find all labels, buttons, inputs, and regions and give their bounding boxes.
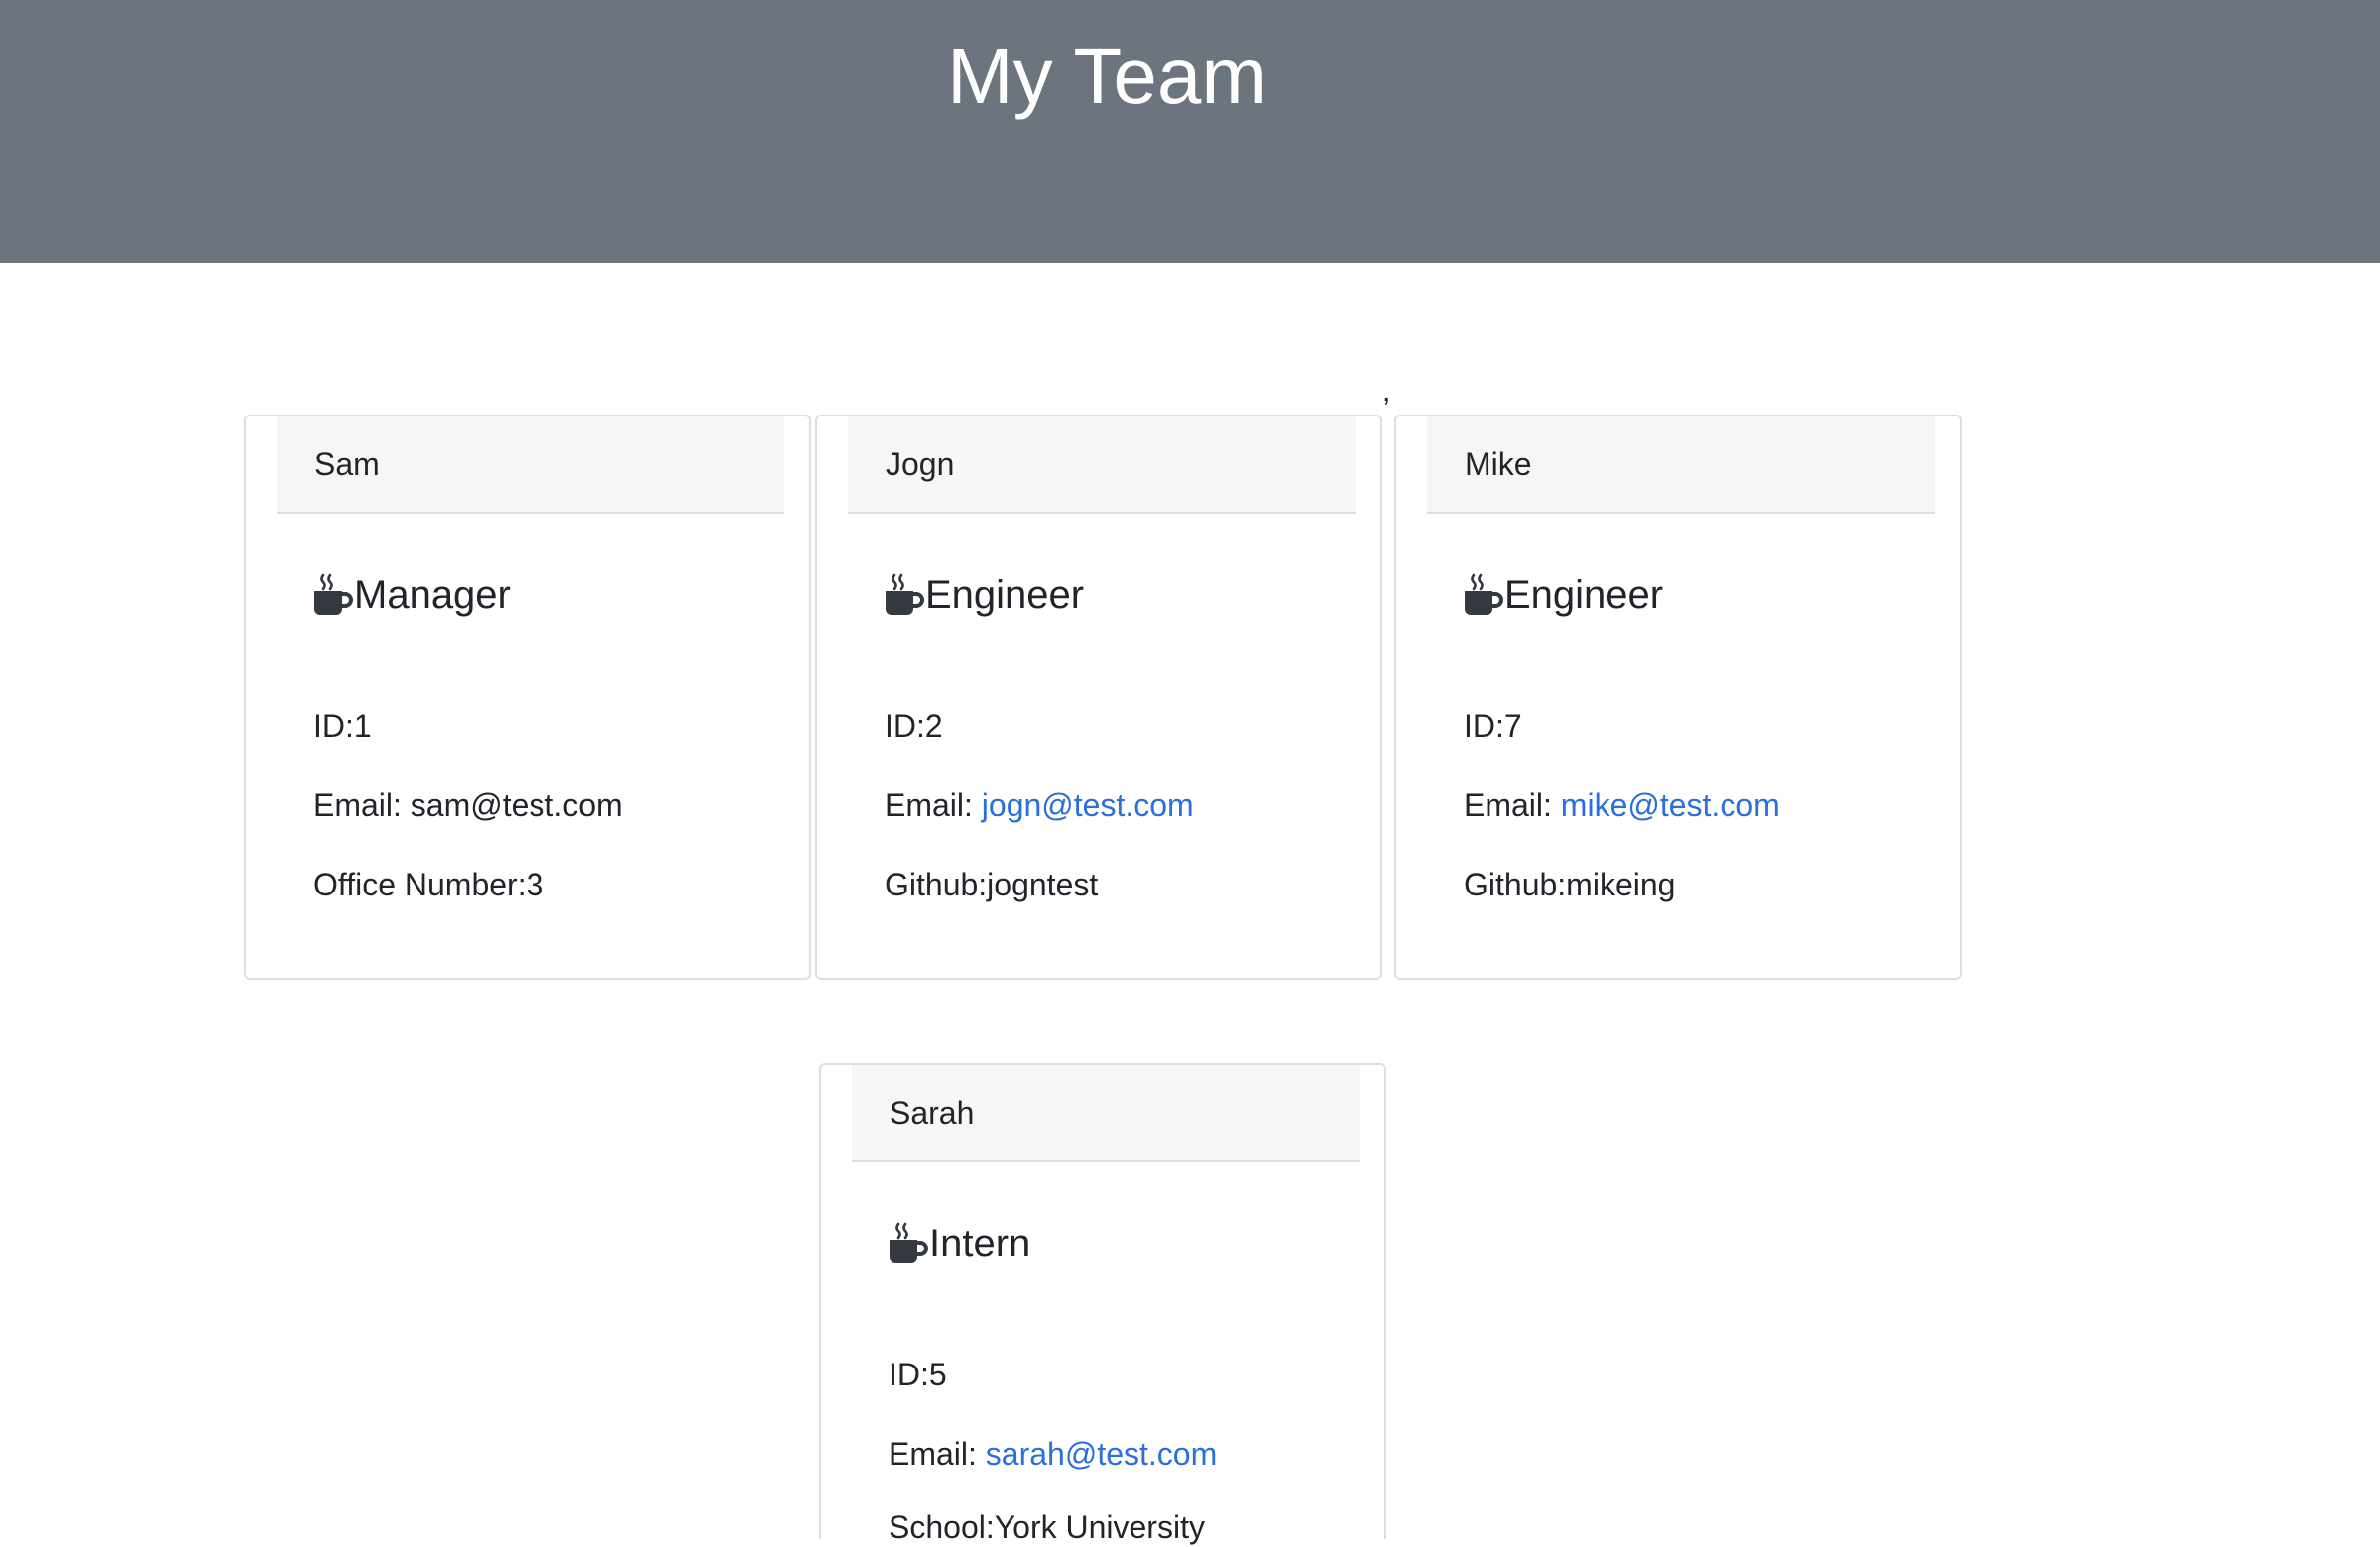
employee-id: ID:1 [313,708,372,744]
card-header: Mike [1427,416,1935,514]
school-name: School:York University [889,1509,1205,1545]
role-label: Engineer [1504,573,1664,617]
employee-id: ID:7 [1464,708,1522,744]
employee-email: Email: jogn@test.com [885,785,1194,825]
email-link[interactable]: jogn@test.com [982,787,1194,823]
employee-email: Email: mike@test.com [1464,785,1780,825]
page-title: My Team [947,32,1268,120]
mug-hot-icon [1465,573,1503,615]
role-label: Engineer [925,573,1085,617]
role-title: Engineer [1464,565,1663,625]
email-value: sam@test.com [410,787,623,823]
employee-card-engineer: Jogn Engineer ID:2 Email: jogn@test.com … [815,415,1382,980]
email-prefix: Email: [889,1436,986,1472]
github-username: Github:jogntest [885,867,1099,902]
employee-card-manager: Sam Manager ID:1 Email: sam@test.com Off… [244,415,811,980]
card-header: Jogn [848,416,1356,514]
employee-card-intern: Sarah Intern ID:5 Email: sarah@test.com … [819,1063,1386,1545]
employee-id: ID:2 [885,708,943,744]
role-title: Engineer [885,565,1084,625]
employee-name: Jogn [886,446,955,482]
employee-name: Mike [1465,446,1532,482]
email-prefix: Email: [885,787,982,823]
email-link[interactable]: mike@test.com [1561,787,1780,823]
office-number: Office Number:3 [313,867,544,902]
stray-comma: , [1382,375,1391,408]
role-label: Intern [929,1222,1031,1265]
page-header: My Team [0,0,2380,263]
email-prefix: Email: [313,787,411,823]
github-username: Github:mikeing [1464,867,1676,902]
employee-card-engineer: Mike Engineer ID:7 Email: mike@test.com … [1394,415,1962,980]
mug-hot-icon [886,573,924,615]
mug-hot-icon [890,1222,928,1263]
card-header: Sarah [852,1065,1360,1162]
employee-name: Sarah [890,1095,975,1130]
mug-hot-icon [314,573,353,615]
email-prefix: Email: [1464,787,1561,823]
role-title: Intern [889,1214,1030,1273]
employee-email: Email: sarah@test.com [889,1434,1217,1474]
email-link[interactable]: sarah@test.com [986,1436,1217,1472]
role-title: Manager [313,565,511,625]
employee-name: Sam [314,446,380,482]
card-header: Sam [277,416,784,514]
employee-id: ID:5 [889,1357,947,1392]
role-label: Manager [354,573,511,617]
employee-email: Email: sam@test.com [313,785,623,825]
